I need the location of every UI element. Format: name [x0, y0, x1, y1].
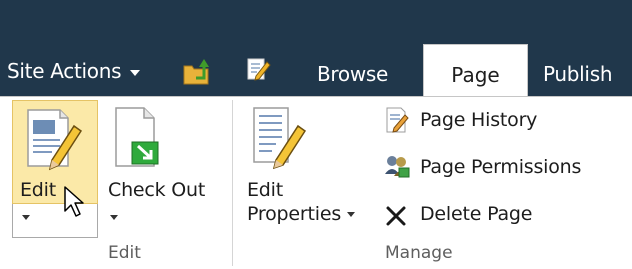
page-history-icon — [386, 107, 409, 133]
delete-icon — [386, 206, 406, 226]
page-permissions-icon — [385, 156, 410, 178]
site-actions-label: Site Actions — [7, 59, 122, 83]
edit-properties-icon[interactable] — [248, 106, 310, 170]
edit-properties-label-line2: Properties — [247, 203, 342, 225]
manage-group-label: Manage — [385, 243, 453, 263]
edit-properties-button[interactable]: Properties — [247, 203, 355, 225]
page-permissions-button[interactable]: Page Permissions — [420, 156, 581, 178]
tab-browse[interactable]: Browse — [317, 62, 388, 86]
page-history-button[interactable]: Page History — [420, 109, 537, 131]
group-divider — [232, 100, 233, 266]
edit-document-icon — [27, 109, 83, 171]
ribbon-tab-bar: Site Actions Browse Publish — [0, 0, 632, 96]
check-out-button[interactable]: Check Out — [108, 179, 205, 201]
chevron-down-icon — [130, 69, 141, 76]
chevron-down-icon — [110, 215, 118, 220]
navigate-up-icon[interactable] — [182, 56, 214, 86]
check-out-icon[interactable] — [110, 106, 164, 170]
chevron-down-icon — [22, 215, 30, 220]
edit-label: Edit — [20, 179, 56, 201]
edit-page-icon[interactable] — [246, 56, 272, 84]
delete-page-button[interactable]: Delete Page — [420, 203, 532, 225]
chevron-down-icon — [346, 212, 355, 217]
site-actions-menu[interactable]: Site Actions — [7, 59, 141, 83]
tab-page[interactable]: Page — [423, 44, 528, 96]
tab-page-label: Page — [451, 63, 500, 87]
edit-group-label: Edit — [108, 243, 141, 263]
edit-properties-label-line1: Edit — [247, 179, 283, 201]
tab-publish[interactable]: Publish — [543, 62, 613, 86]
mouse-cursor-icon — [64, 186, 84, 217]
